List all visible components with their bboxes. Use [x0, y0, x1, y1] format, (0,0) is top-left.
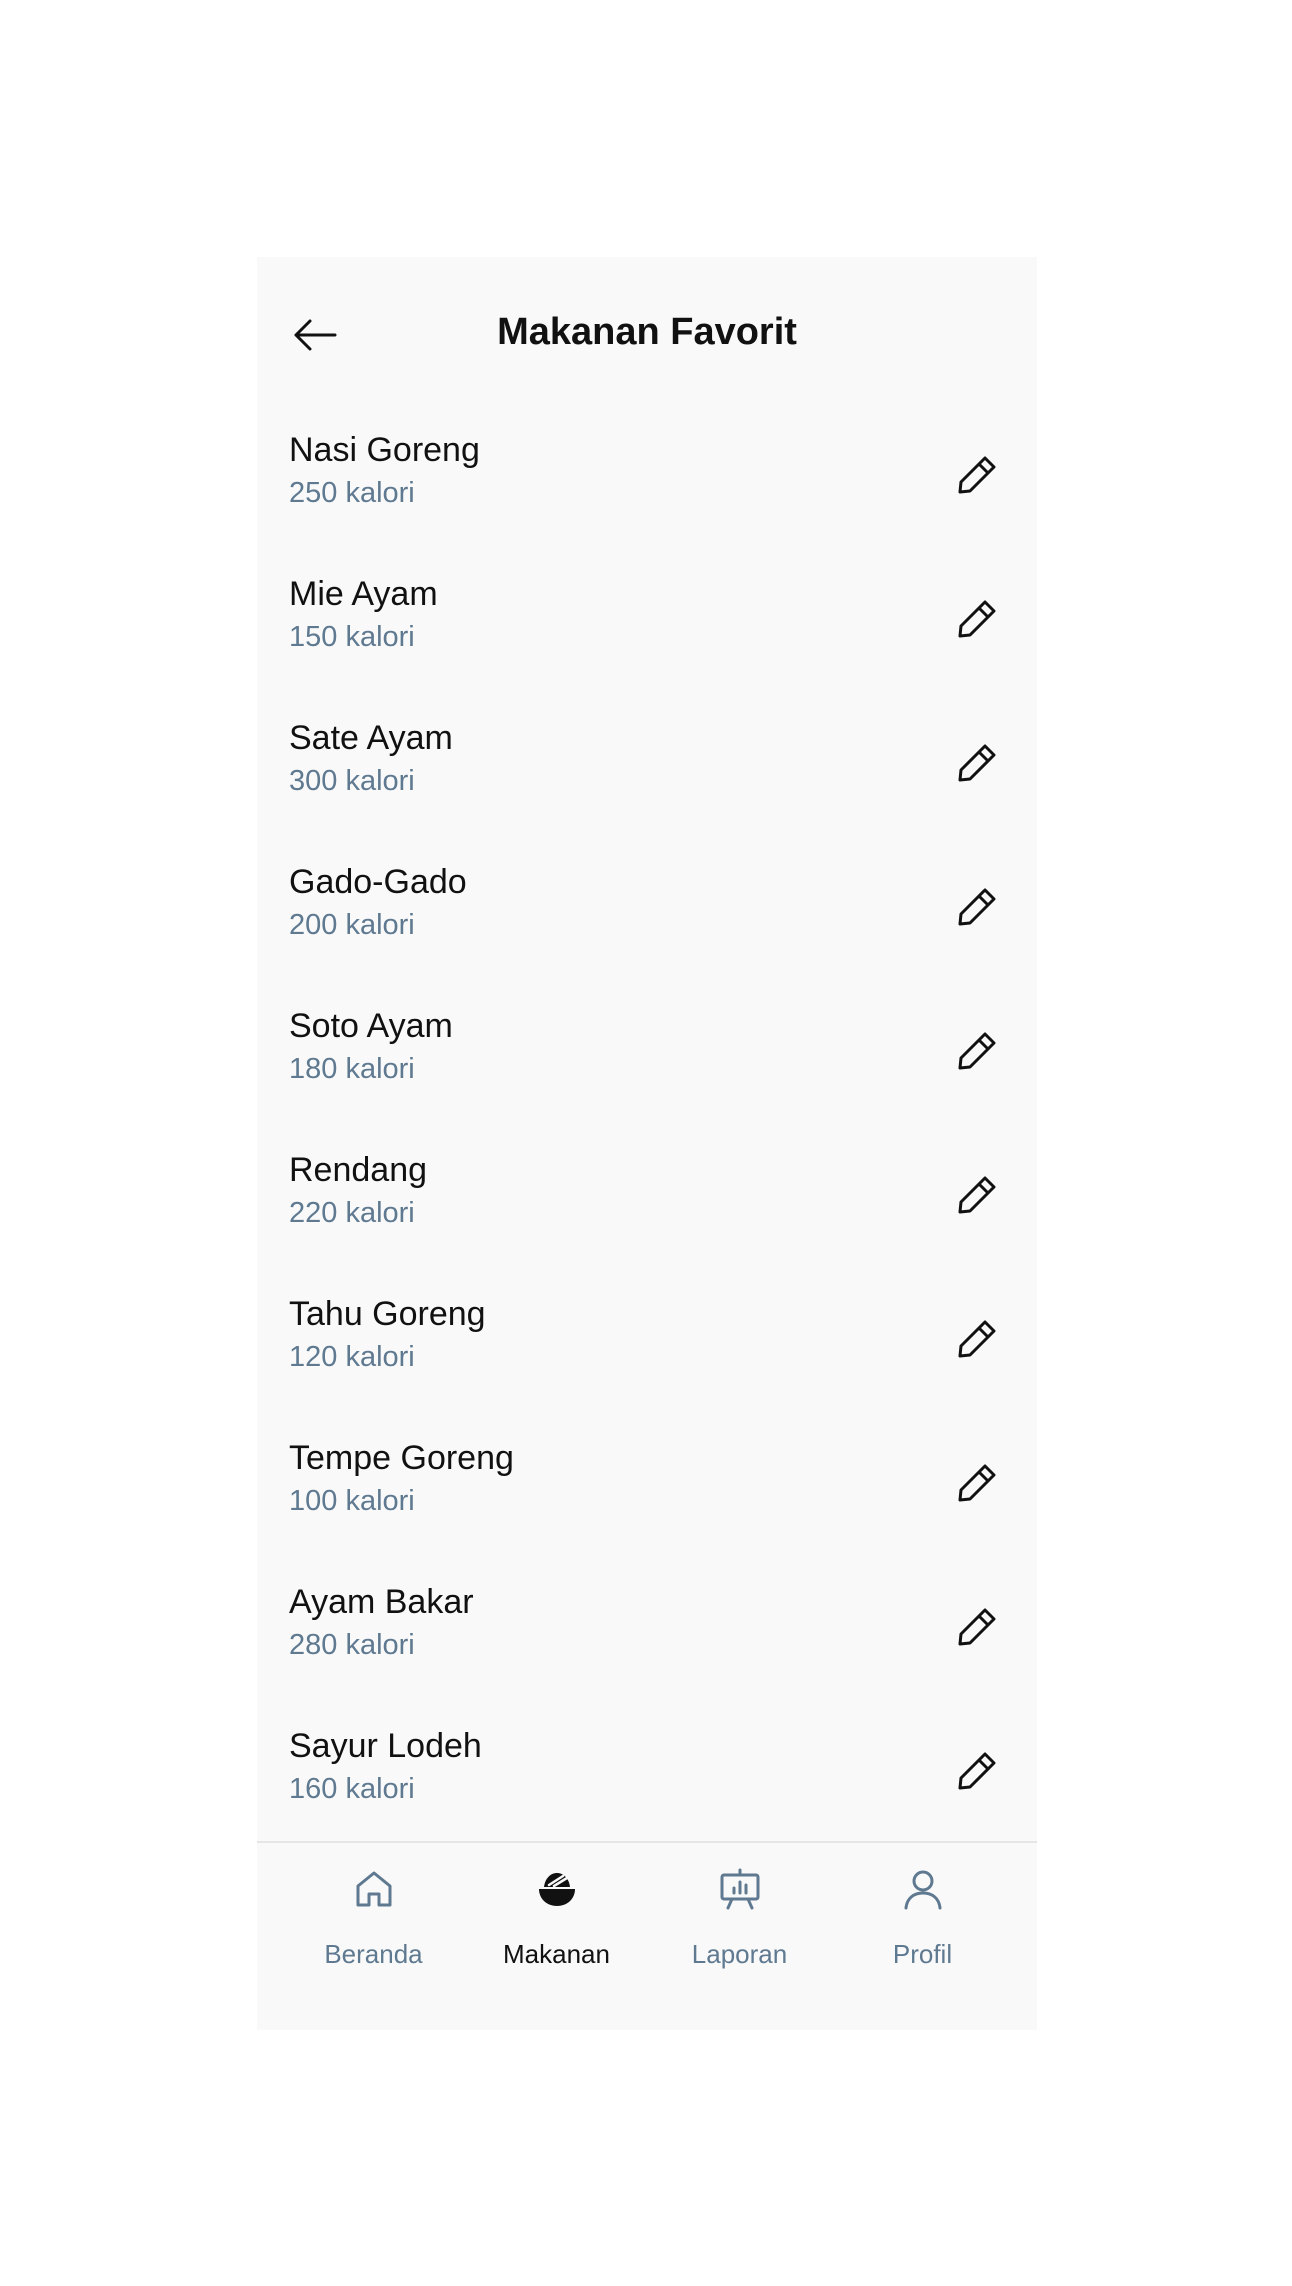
- edit-button[interactable]: [947, 733, 1007, 793]
- nav-item-makanan[interactable]: Makanan: [465, 1843, 648, 2030]
- edit-button[interactable]: [947, 1309, 1007, 1369]
- food-name: Gado-Gado: [289, 863, 467, 901]
- pencil-icon: [958, 456, 996, 494]
- food-calories: 280 kalori: [289, 1629, 415, 1661]
- pencil-icon: [958, 600, 996, 638]
- food-calories: 100 kalori: [289, 1485, 415, 1517]
- food-bowl-icon: [533, 1865, 581, 1913]
- nav-label: Laporan: [691, 1939, 788, 1969]
- list-item[interactable]: Gado-Gado 200 kalori: [257, 849, 1037, 993]
- list-item[interactable]: Soto Ayam 180 kalori: [257, 993, 1037, 1137]
- edit-button[interactable]: [947, 1021, 1007, 1081]
- edit-button[interactable]: [947, 1741, 1007, 1801]
- favorite-foods-screen: Makanan Favorit Nasi Goreng 250 kalori M…: [257, 257, 1037, 2030]
- app-header: Makanan Favorit: [257, 257, 1037, 417]
- food-name: Rendang: [289, 1151, 428, 1189]
- food-name: Soto Ayam: [289, 1007, 453, 1045]
- food-name: Ayam Bakar: [289, 1583, 474, 1621]
- nav-label: Profil: [892, 1939, 953, 1969]
- food-calories: 120 kalori: [289, 1341, 415, 1373]
- user-icon: [899, 1865, 947, 1913]
- list-item[interactable]: Tahu Goreng 120 kalori: [257, 1281, 1037, 1425]
- nav-item-beranda[interactable]: Beranda: [282, 1843, 465, 2030]
- food-calories: 150 kalori: [289, 621, 415, 653]
- edit-button[interactable]: [947, 445, 1007, 505]
- food-calories: 160 kalori: [289, 1773, 415, 1805]
- pencil-icon: [958, 1176, 996, 1214]
- list-item[interactable]: Mie Ayam 150 kalori: [257, 561, 1037, 705]
- pencil-icon: [958, 888, 996, 926]
- favorite-food-list: Nasi Goreng 250 kalori Mie Ayam 150 kalo…: [257, 417, 1037, 1857]
- pencil-icon: [958, 1464, 996, 1502]
- edit-button[interactable]: [947, 589, 1007, 649]
- food-name: Mie Ayam: [289, 575, 438, 613]
- food-name: Tempe Goreng: [289, 1439, 514, 1477]
- home-icon: [350, 1865, 398, 1913]
- pencil-icon: [958, 744, 996, 782]
- nav-item-laporan[interactable]: Laporan: [648, 1843, 831, 2030]
- pencil-icon: [958, 1752, 996, 1790]
- list-item[interactable]: Nasi Goreng 250 kalori: [257, 417, 1037, 561]
- nav-label: Makanan: [503, 1939, 610, 1969]
- food-name: Tahu Goreng: [289, 1295, 486, 1333]
- presentation-chart-icon: [716, 1865, 764, 1913]
- pencil-icon: [958, 1320, 996, 1358]
- food-calories: 200 kalori: [289, 909, 415, 941]
- food-calories: 180 kalori: [289, 1053, 415, 1085]
- nav-item-profil[interactable]: Profil: [831, 1843, 1014, 2030]
- food-name: Sate Ayam: [289, 719, 453, 757]
- food-name: Sayur Lodeh: [289, 1727, 482, 1765]
- pencil-icon: [958, 1032, 996, 1070]
- edit-button[interactable]: [947, 1597, 1007, 1657]
- list-item[interactable]: Rendang 220 kalori: [257, 1137, 1037, 1281]
- food-calories: 250 kalori: [289, 477, 415, 509]
- list-item[interactable]: Sate Ayam 300 kalori: [257, 705, 1037, 849]
- list-item[interactable]: Ayam Bakar 280 kalori: [257, 1569, 1037, 1713]
- list-item[interactable]: Tempe Goreng 100 kalori: [257, 1425, 1037, 1569]
- edit-button[interactable]: [947, 877, 1007, 937]
- food-calories: 220 kalori: [289, 1197, 415, 1229]
- list-item[interactable]: Sayur Lodeh 160 kalori: [257, 1713, 1037, 1857]
- bottom-navigation: Beranda Makanan Laporan Profil: [257, 1841, 1037, 2030]
- food-calories: 300 kalori: [289, 765, 415, 797]
- pencil-icon: [958, 1608, 996, 1646]
- edit-button[interactable]: [947, 1453, 1007, 1513]
- page-title: Makanan Favorit: [497, 311, 797, 353]
- nav-label: Beranda: [324, 1939, 423, 1969]
- edit-button[interactable]: [947, 1165, 1007, 1225]
- food-name: Nasi Goreng: [289, 431, 480, 469]
